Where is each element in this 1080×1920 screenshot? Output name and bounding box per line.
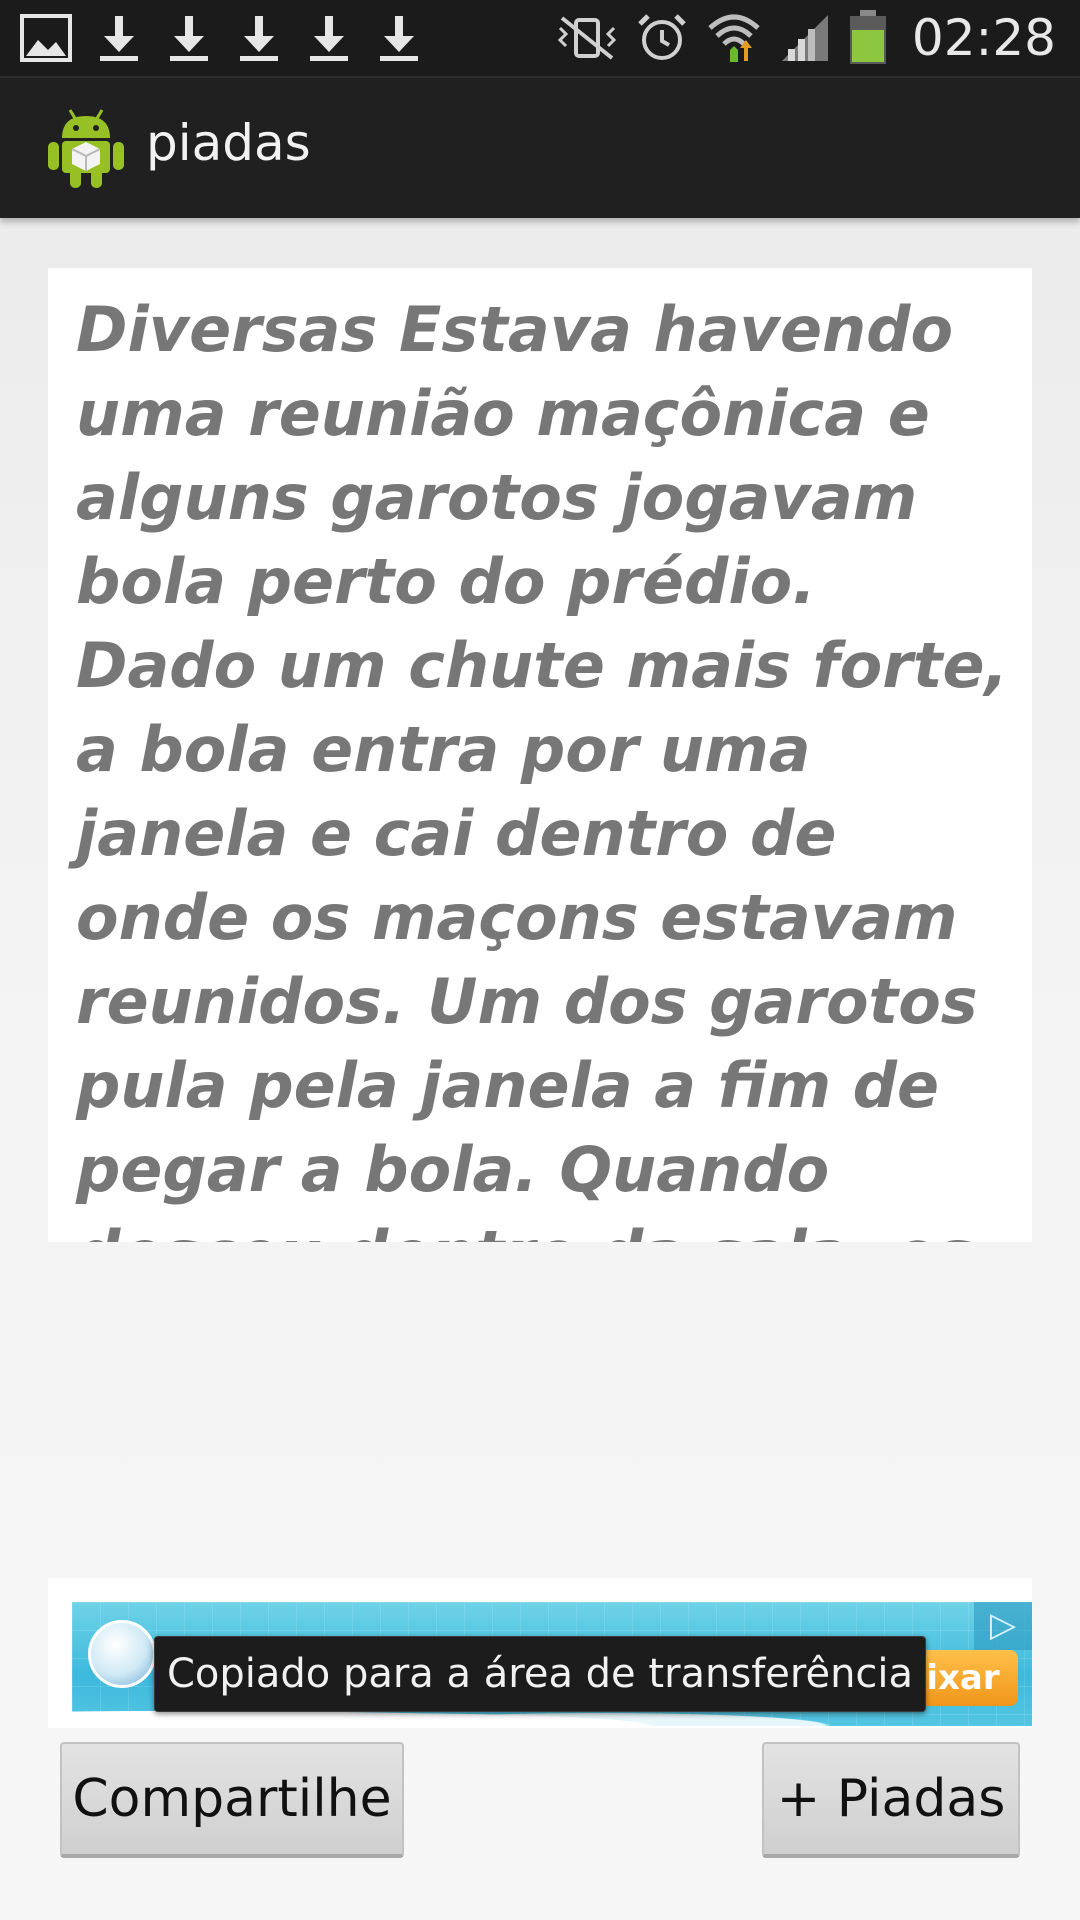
more-jokes-button[interactable]: + Piadas [762, 1742, 1020, 1858]
status-bar-system: 02:28 [556, 9, 1056, 67]
alarm-icon [638, 14, 686, 60]
share-button[interactable]: Compartilhe [60, 1742, 404, 1858]
android-app-icon[interactable] [46, 106, 126, 190]
ad-logo-icon [88, 1620, 156, 1688]
app-title: piadas [146, 114, 311, 172]
action-bar: piadas [0, 78, 1080, 218]
download-icon [100, 16, 138, 61]
download-icon [310, 16, 348, 61]
ad-choices-icon[interactable]: ▷ [974, 1602, 1032, 1650]
vibrate-icon [557, 16, 617, 60]
download-icon [170, 16, 208, 61]
status-bar-clock: 02:28 [911, 9, 1056, 67]
joke-text-container[interactable]: Diversas Estava havendo uma reunião maçô… [48, 268, 1032, 1242]
download-icon [240, 16, 278, 61]
status-bar-notifications [20, 12, 422, 64]
signal-icon [781, 15, 828, 61]
download-icon [380, 16, 418, 61]
status-bar: 02:28 [0, 0, 1080, 78]
toast-message: Copiado para a área de transferência [154, 1636, 926, 1712]
image-notification-icon [20, 14, 72, 62]
wifi-icon [708, 14, 760, 62]
joke-text: Diversas Estava havendo uma reunião maçô… [76, 293, 1009, 1242]
battery-icon [849, 10, 886, 64]
